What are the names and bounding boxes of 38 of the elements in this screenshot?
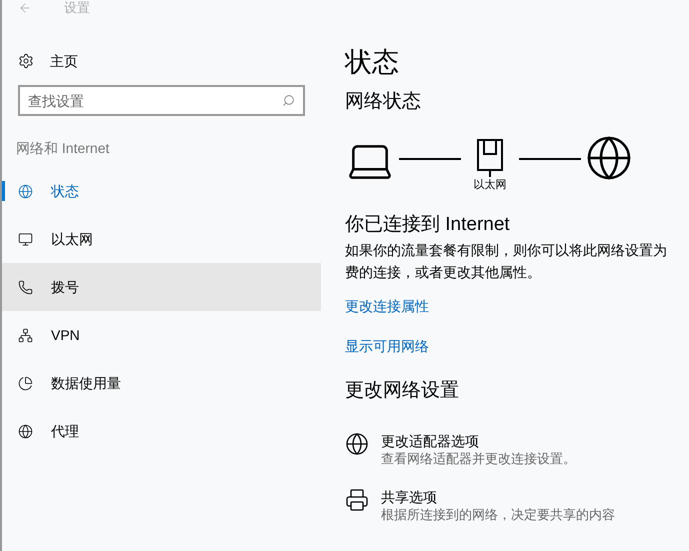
option-description: 查看网络适配器并更改连接设置。 — [381, 450, 576, 468]
ethernet-port-icon — [476, 138, 504, 176]
description-text: 如果你的流量套餐有限制，则你可以将此网络设置为 — [345, 241, 668, 260]
page-title: 状态 — [345, 46, 400, 79]
home-link[interactable]: 主页 — [50, 50, 78, 72]
section-heading: 网络状态 — [345, 90, 422, 114]
printer-icon — [345, 488, 369, 512]
selection-bar — [2, 181, 5, 201]
monitor-icon — [18, 232, 33, 246]
nav-item[interactable]: 拨号 — [2, 263, 321, 311]
settings-icon — [18, 53, 34, 69]
connector-line — [399, 158, 461, 160]
search-icon[interactable] — [282, 94, 295, 107]
connector-line — [519, 158, 581, 160]
pie-chart-icon — [18, 376, 33, 390]
nav-item[interactable]: 以太网 — [2, 215, 321, 263]
nav-item[interactable]: VPN — [2, 311, 321, 359]
link[interactable]: 显示可用网络 — [345, 336, 429, 357]
globe-icon — [345, 432, 369, 456]
option-description: 根据所连接到的网络，决定要共享的内容 — [381, 506, 615, 524]
phone-icon — [18, 280, 33, 294]
option-title[interactable]: 更改适配器选项 — [381, 432, 576, 450]
option-title[interactable]: 共享选项 — [381, 488, 615, 506]
globe-icon — [18, 424, 33, 438]
nav-item[interactable]: 数据使用量 — [2, 359, 321, 407]
window-title: 设置 — [64, 1, 90, 15]
globe-icon — [585, 134, 633, 182]
diagram-label: 以太网 — [474, 178, 506, 192]
network-icon — [18, 328, 33, 342]
nav-item[interactable]: 状态 — [2, 167, 321, 215]
connection-status: 你已连接到 Internet — [345, 212, 511, 236]
search-field[interactable]: 查找设置 — [18, 85, 305, 116]
nav-item[interactable]: 代理 — [2, 407, 321, 455]
globe-icon — [18, 184, 33, 198]
description-text: 费的连接，或者更改其他属性。 — [345, 263, 542, 282]
link[interactable]: 更改连接属性 — [345, 296, 429, 317]
section-heading: 更改网络设置 — [345, 379, 460, 403]
section-label: 网络和 Internet — [15, 139, 110, 158]
